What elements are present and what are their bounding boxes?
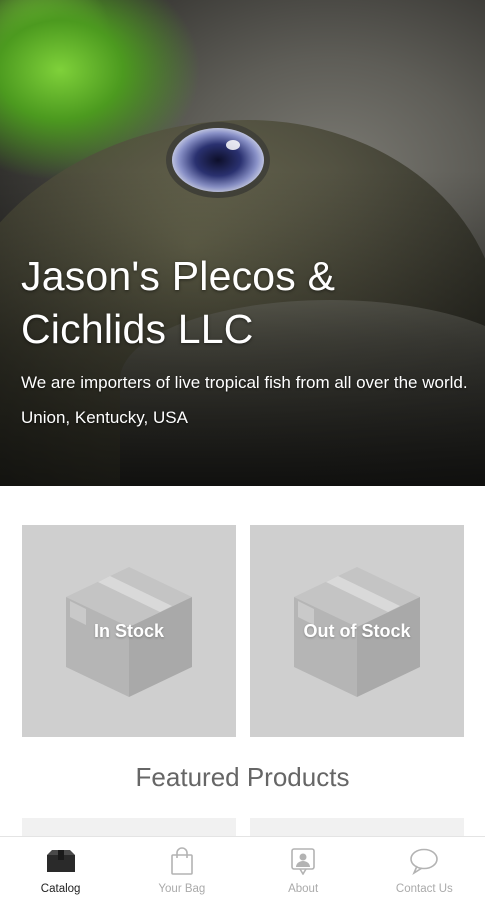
chat-icon: [409, 847, 439, 875]
tab-label: Contact Us: [395, 883, 453, 895]
about-icon: [288, 847, 318, 875]
hero-content: Jason's Plecos & Cichlids LLC We are imp…: [21, 250, 471, 430]
tab-label: About: [288, 883, 319, 895]
bottom-tab-bar: Catalog Your Bag About Contact Us: [0, 836, 485, 900]
tab-your-bag[interactable]: Your Bag: [121, 837, 242, 900]
category-label: In Stock: [93, 620, 164, 641]
tab-about[interactable]: About: [243, 837, 364, 900]
tab-catalog[interactable]: Catalog: [0, 837, 121, 900]
store-tagline: We are importers of live tropical fish f…: [21, 373, 468, 392]
category-out-of-stock[interactable]: Out of Stock: [250, 525, 464, 737]
bag-icon: [167, 847, 197, 875]
tab-contact-us[interactable]: Contact Us: [364, 837, 485, 900]
store-title: Jason's Plecos & Cichlids LLC: [21, 253, 336, 352]
hero-banner: Jason's Plecos & Cichlids LLC We are imp…: [0, 0, 485, 486]
category-in-stock[interactable]: In Stock: [22, 525, 236, 737]
category-label: Out of Stock: [303, 620, 411, 641]
catalog-icon: [46, 847, 76, 875]
tab-label: Catalog: [40, 883, 81, 895]
tab-label: Your Bag: [158, 883, 206, 895]
store-location: Union, Kentucky, USA: [21, 408, 188, 427]
featured-products-heading: Featured Products: [135, 762, 350, 792]
